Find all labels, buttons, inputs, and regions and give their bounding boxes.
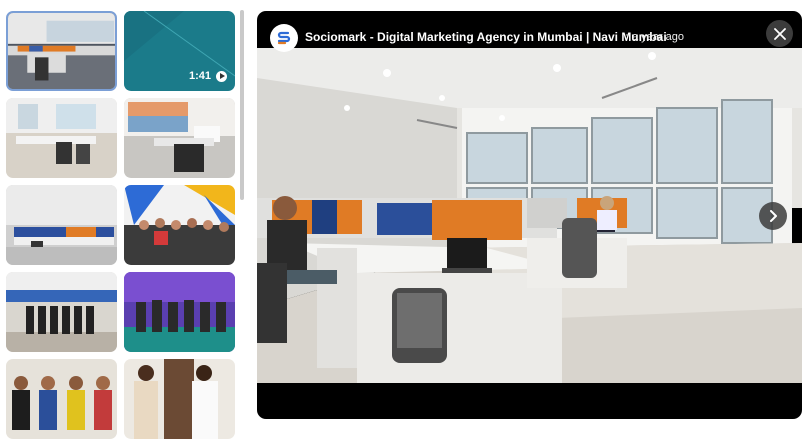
office-image	[6, 185, 117, 265]
photo-viewer: Sociomark - Digital Marketing Agency in …	[257, 11, 802, 419]
logo-glyph	[277, 31, 291, 45]
thumbnail-team-1[interactable]	[124, 185, 235, 265]
team-image	[124, 272, 235, 352]
thumbnail-office-3[interactable]	[124, 98, 235, 178]
office-image	[124, 98, 235, 178]
main-photo	[257, 48, 802, 383]
team-image	[124, 185, 235, 265]
place-title[interactable]: Sociomark - Digital Marketing Agency in …	[305, 30, 667, 44]
thumbnail-office-2[interactable]	[6, 98, 117, 178]
close-icon	[773, 27, 786, 40]
close-button[interactable]	[766, 20, 793, 47]
thumbnail-video[interactable]: 1:41	[124, 11, 235, 91]
chevron-right-icon	[770, 210, 777, 222]
thumbnail-team-5[interactable]	[124, 359, 235, 439]
thumbnail-office-1[interactable]	[6, 11, 117, 91]
duration-label: 1:41	[188, 70, 211, 82]
thumbnail-team-3[interactable]	[124, 272, 235, 352]
team-image	[6, 359, 117, 439]
sociomark-logo-icon[interactable]	[270, 24, 298, 52]
office-image	[8, 13, 115, 89]
thumbnail-team-2[interactable]	[6, 272, 117, 352]
team-image	[6, 272, 117, 352]
thumbnail-team-4[interactable]	[6, 359, 117, 439]
play-icon	[216, 70, 227, 82]
title-separator: ·	[625, 29, 629, 41]
photo-timestamp: a year ago	[632, 31, 684, 43]
thumbnail-office-4[interactable]	[6, 185, 117, 265]
next-photo-button[interactable]	[759, 202, 787, 230]
office-interior-image	[257, 48, 802, 383]
team-image	[124, 359, 235, 439]
photo-thumbnail-grid: 1:41	[0, 0, 245, 439]
thumbnail-scrollbar[interactable]	[240, 10, 244, 200]
office-image	[6, 98, 117, 178]
video-duration: 1:41	[189, 70, 227, 82]
